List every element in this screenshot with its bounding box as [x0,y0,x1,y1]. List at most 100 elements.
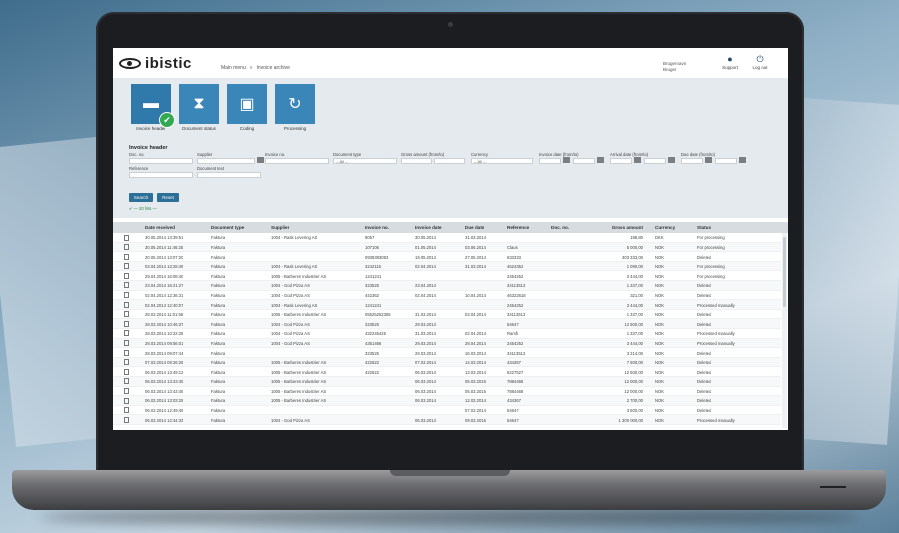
support-button[interactable]: ● Support [719,54,741,70]
cell-status: Deleted [697,321,712,327]
open-document-icon[interactable] [124,359,129,366]
table-row[interactable]: 30.05.2014 13:39:51 Faktura 1004 - Rask Le… [113,233,781,243]
table-scrollbar[interactable] [782,233,787,428]
open-document-icon[interactable] [124,263,129,270]
calendar-icon[interactable] [668,157,675,163]
table-row[interactable]: 06.03.2014 13:43:45 Faktura 1005 - Barbere… [113,376,781,387]
cell-date-received: 02.04.2014 12:40:07 [145,302,184,308]
due-date-to[interactable] [715,158,737,164]
tile-document-status[interactable]: ⧗ Document status [179,84,219,131]
open-document-icon[interactable] [124,340,129,347]
cell-document-type: Faktura [211,360,226,366]
open-document-icon[interactable] [124,320,129,327]
search-icon[interactable] [257,157,264,163]
open-document-icon[interactable] [124,282,129,289]
open-document-icon[interactable] [124,349,129,356]
open-document-icon[interactable] [124,311,129,318]
table-row[interactable]: 28.03.2014 09:56:01 Faktura 1004 - God Piz… [113,338,781,349]
open-document-icon[interactable] [124,292,129,299]
table-row[interactable]: 06.03.2014 12:49:45 Faktura 07.03.2014 5464… [113,406,781,416]
calendar-icon[interactable] [597,157,604,163]
table-row[interactable]: 30.05.2014 11:46:25 Faktura 107106 01.05.20… [113,242,781,253]
supplier-input[interactable] [197,158,255,164]
checkmark-icon: ✔ [159,112,175,128]
table-row[interactable]: 06.03.2014 13:03:25 Faktura 1005 - Barbere… [113,396,781,406]
table-row[interactable]: 28.03.2014 10:46:37 Faktura 1004 - God Piz… [113,319,781,329]
breadcrumb-main-menu[interactable]: Main menu [221,65,246,71]
calendar-icon[interactable] [563,157,570,163]
open-document-icon[interactable] [124,397,129,404]
table-row[interactable]: 28.03.2014 10:22:28 Faktura 1004 - God Piz… [113,329,781,339]
table-row[interactable]: 06.03.2014 13:49:12 Faktura 1005 - Barbere… [113,367,781,377]
col-date-received[interactable]: Date received [145,225,175,230]
table-row[interactable]: 28.03.2014 11:01:56 Faktura 1005 - Barbere… [113,310,781,320]
calendar-icon[interactable] [705,157,712,163]
col-gross-amount[interactable]: Gross amount [597,225,643,230]
col-due-date[interactable]: Due date [465,225,484,230]
table-row[interactable]: 29.04.2014 16:08:40 Faktura 1005 - Barbere… [113,271,781,281]
reference-input[interactable] [129,172,193,178]
currency-select[interactable]: -- All -- [471,158,533,164]
col-document-type[interactable]: Document type [211,225,244,230]
document-type-select[interactable]: -- All -- [333,158,397,164]
table-row[interactable]: 20.05.2014 13:07:20 Faktura 0938383083 19.0… [113,252,781,262]
table-row[interactable]: 06.03.2014 13:43:45 Faktura 1005 - Barbere… [113,387,781,397]
doc-no-input[interactable] [129,158,193,164]
table-row[interactable]: 28.03.2014 09:07:44 Faktura 323525 29.03.20… [113,348,781,358]
calendar-icon[interactable] [634,157,641,163]
cell-date-received: 02.04.2014 12:36:31 [145,292,184,298]
invoice-date-from[interactable] [539,158,561,164]
open-document-icon[interactable] [124,416,129,423]
gross-amount-to[interactable] [434,158,465,164]
cell-date-received: 28.03.2014 09:07:44 [145,350,184,356]
logout-button[interactable]: ⏻ Log out [749,54,771,70]
col-supplier[interactable]: Supplier [271,225,289,230]
cell-invoice-date: 23.04.2014 [415,283,436,289]
invoice-header-tile[interactable]: ▬ ✔ [131,84,175,128]
col-status[interactable]: Status [697,225,711,230]
table-row[interactable]: 02.04.2014 12:36:31 Faktura 1004 - God Piz… [113,291,781,301]
table-row[interactable]: 03.04.2014 13:28:49 Faktura 1004 - Rask Le… [113,261,781,272]
table-row[interactable]: 07.03.2014 09:26:28 Faktura 1005 - Barbere… [113,357,781,368]
coding-tile[interactable]: ▣ [227,84,267,124]
open-document-icon[interactable] [124,253,129,260]
cell-due-date: 28.04.2014 [465,340,486,346]
cell-supplier: 1004 - God Pizza AS [271,292,310,298]
col-invoice-no[interactable]: Invoice no. [365,225,389,230]
col-reference[interactable]: Reference [507,225,529,230]
brand-logo[interactable]: ibistic [119,55,192,72]
gross-amount-from[interactable] [401,158,432,164]
col-doc-no[interactable]: Doc. no. [551,225,569,230]
document-text-input[interactable] [197,172,261,178]
open-document-icon[interactable] [124,244,129,251]
arrival-date-from[interactable] [610,158,632,164]
tile-coding[interactable]: ▣ Coding [227,84,267,131]
invoice-no-input[interactable] [265,158,329,164]
cell-invoice-date: 19.05.2014 [415,254,436,260]
table-row[interactable]: 06.03.2014 12:44:33 Faktura 1004 - God Piz… [113,415,781,425]
open-document-icon[interactable] [124,368,129,375]
open-document-icon[interactable] [124,407,129,414]
tile-processing[interactable]: ↻ Processing [275,84,315,131]
open-document-icon[interactable] [124,330,129,337]
invoice-date-to[interactable] [573,158,595,164]
arrival-date-to[interactable] [644,158,666,164]
breadcrumb-invoice-archive[interactable]: Invoice archive [257,65,290,71]
open-document-icon[interactable] [124,234,129,241]
tile-invoice-header[interactable]: ▬ ✔ Invoice header [131,84,175,131]
cell-invoice-no: 3242116 [365,264,381,270]
calendar-icon[interactable] [739,157,746,163]
open-document-icon[interactable] [124,378,129,385]
table-row[interactable]: 02.04.2014 12:40:07 Faktura 1004 - Rask Le… [113,300,781,310]
search-button[interactable]: Search [129,193,153,202]
open-document-icon[interactable] [124,301,129,308]
due-date-from[interactable] [681,158,703,164]
processing-tile[interactable]: ↻ [275,84,315,124]
open-document-icon[interactable] [124,388,129,394]
document-status-tile[interactable]: ⧗ [179,84,219,124]
open-document-icon[interactable] [124,272,129,279]
col-invoice-date[interactable]: Invoice date [415,225,442,230]
col-currency[interactable]: Currency [655,225,675,230]
reset-button[interactable]: Reset [157,193,179,202]
table-row[interactable]: 23.04.2014 16:21:27 Faktura 1004 - God Piz… [113,280,781,291]
